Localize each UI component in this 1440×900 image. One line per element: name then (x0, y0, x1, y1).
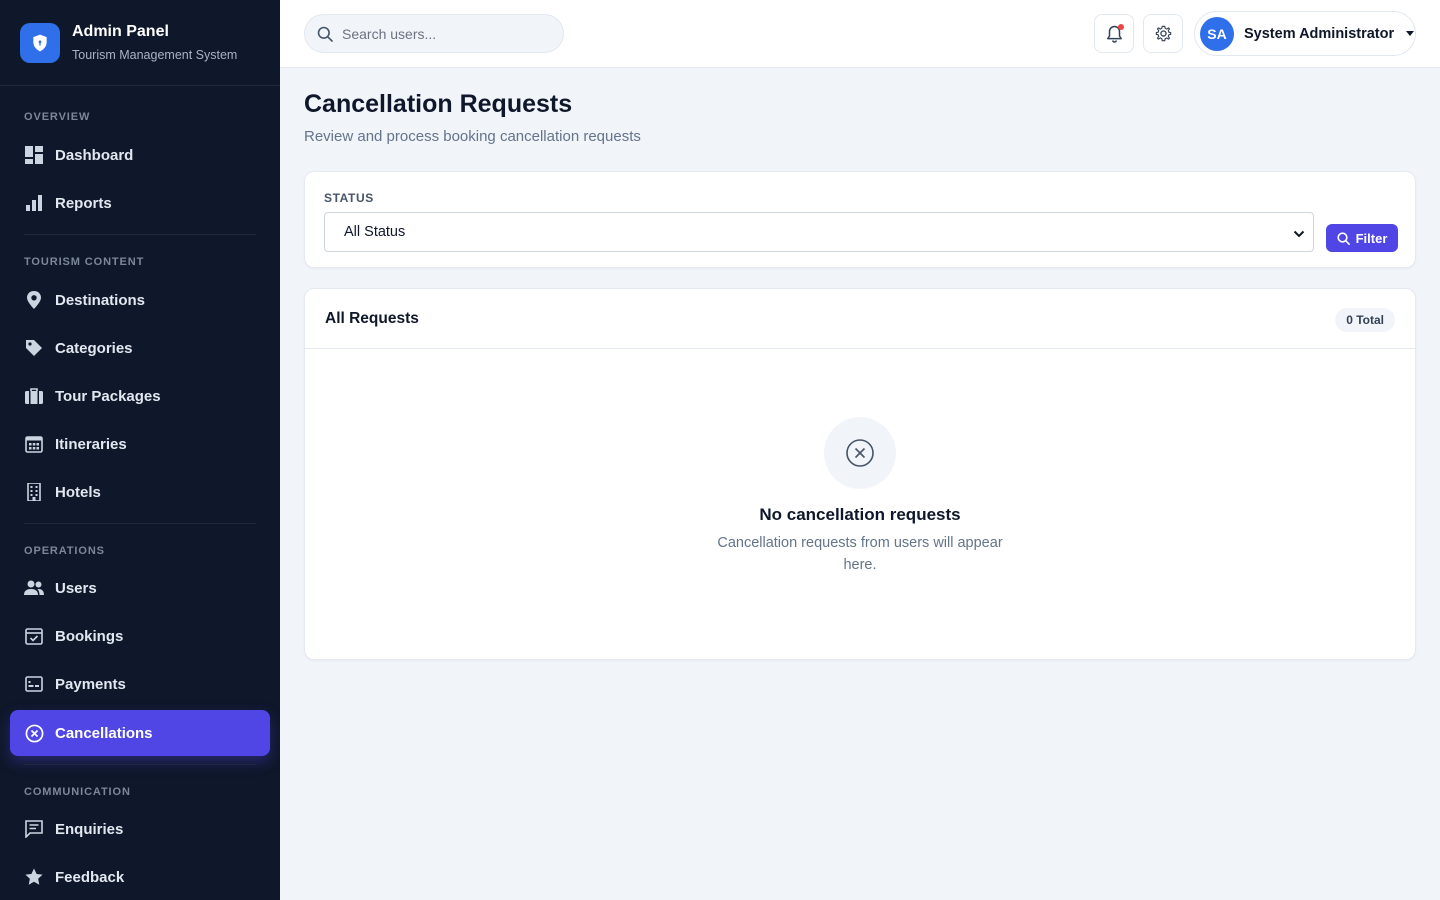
sidebar-divider (24, 234, 256, 235)
sidebar-item-label: Dashboard (55, 146, 134, 164)
sidebar-item-label: Tour Packages (55, 387, 161, 405)
user-name: System Administrator (1244, 25, 1395, 42)
brand[interactable]: Admin Panel Tourism Management System (0, 0, 280, 86)
sidebar-item-label: Bookings (55, 627, 124, 645)
search-icon (1337, 231, 1350, 245)
filter-card: STATUS All Status Filter (304, 171, 1416, 268)
sidebar-item-feedback[interactable]: Feedback (10, 854, 270, 900)
sidebar-item-label: Hotels (55, 483, 101, 501)
topbar: SA System Administrator (280, 0, 1440, 68)
x-circle-icon (24, 723, 44, 743)
page-subtitle: Review and process booking cancellation … (304, 128, 641, 145)
sidebar-item-label: Payments (55, 675, 126, 693)
sidebar-divider (24, 523, 256, 524)
section-label-tourism-content: TOURISM CONTENT (24, 256, 145, 268)
section-label-operations: OPERATIONS (24, 545, 105, 557)
section-label-overview: OVERVIEW (24, 111, 91, 123)
suitcase-icon (24, 386, 44, 406)
caret-down-icon (1406, 31, 1415, 36)
avatar: SA (1200, 16, 1234, 51)
star-icon (24, 867, 44, 887)
sidebar-item-label: Users (55, 579, 97, 597)
sidebar-item-label: Enquiries (55, 820, 124, 838)
sidebar-item-payments[interactable]: Payments (10, 661, 270, 707)
settings-button[interactable] (1143, 14, 1183, 53)
sidebar-item-hotels[interactable]: Hotels (10, 469, 270, 515)
section-label-communication: COMMUNICATION (24, 786, 131, 798)
gear-icon (1155, 25, 1172, 42)
sidebar-divider (24, 764, 256, 765)
calendar-check-icon (24, 626, 44, 646)
filter-button[interactable]: Filter (1326, 224, 1398, 252)
empty-state-text: Cancellation requests from users will ap… (717, 535, 1003, 573)
chevron-down-icon (1293, 227, 1305, 243)
status-select[interactable]: All Status (324, 212, 1314, 252)
sidebar-item-itineraries[interactable]: Itineraries (10, 421, 270, 467)
search-input[interactable] (342, 25, 542, 42)
sidebar-item-tour-packages[interactable]: Tour Packages (10, 373, 270, 419)
shield-icon (20, 22, 60, 63)
sidebar-item-dashboard[interactable]: Dashboard (10, 132, 270, 178)
brand-subtitle: Tourism Management System (72, 47, 238, 62)
notifications-button[interactable] (1094, 14, 1134, 53)
card-icon (24, 674, 44, 694)
sidebar-item-label: Reports (55, 194, 112, 212)
calendar-grid-icon (24, 434, 44, 454)
sidebar-item-label: Destinations (55, 291, 146, 309)
tag-icon (24, 338, 44, 358)
building-icon (24, 482, 44, 502)
map-pin-icon (24, 290, 44, 310)
sidebar-item-bookings[interactable]: Bookings (10, 613, 270, 659)
sidebar-item-categories[interactable]: Categories (10, 325, 270, 371)
message-icon (24, 819, 44, 839)
sidebar-item-destinations[interactable]: Destinations (10, 277, 270, 323)
page-title: Cancellation Requests (304, 90, 573, 118)
total-badge: 0 Total (1335, 308, 1395, 332)
sidebar-item-cancellations[interactable]: Cancellations (10, 710, 270, 756)
status-filter-label: STATUS (324, 191, 374, 205)
sidebar-item-label: Feedback (55, 868, 125, 886)
x-circle-icon (824, 417, 896, 489)
sidebar: Admin Panel Tourism Management System OV… (0, 0, 280, 900)
notification-dot (1118, 24, 1124, 30)
requests-title: All Requests (325, 310, 419, 327)
user-menu[interactable]: SA System Administrator (1194, 11, 1416, 56)
users-icon (24, 578, 44, 598)
filter-button-label: Filter (1355, 230, 1388, 246)
bar-chart-icon (24, 193, 44, 213)
search-icon (317, 26, 333, 42)
brand-title: Admin Panel (72, 22, 169, 40)
search-box[interactable] (304, 14, 564, 53)
dashboard-icon (24, 145, 44, 165)
sidebar-item-label: Itineraries (55, 435, 127, 453)
sidebar-item-label: Cancellations (55, 724, 153, 742)
sidebar-item-reports[interactable]: Reports (10, 180, 270, 226)
status-select-value: All Status (344, 224, 406, 240)
requests-card: All Requests 0 Total No cancellation req… (304, 288, 1416, 660)
requests-card-header: All Requests 0 Total (305, 289, 1415, 349)
sidebar-item-enquiries[interactable]: Enquiries (10, 806, 270, 852)
empty-state-title: No cancellation requests (759, 505, 961, 524)
sidebar-item-label: Categories (55, 339, 133, 357)
sidebar-item-users[interactable]: Users (10, 565, 270, 611)
